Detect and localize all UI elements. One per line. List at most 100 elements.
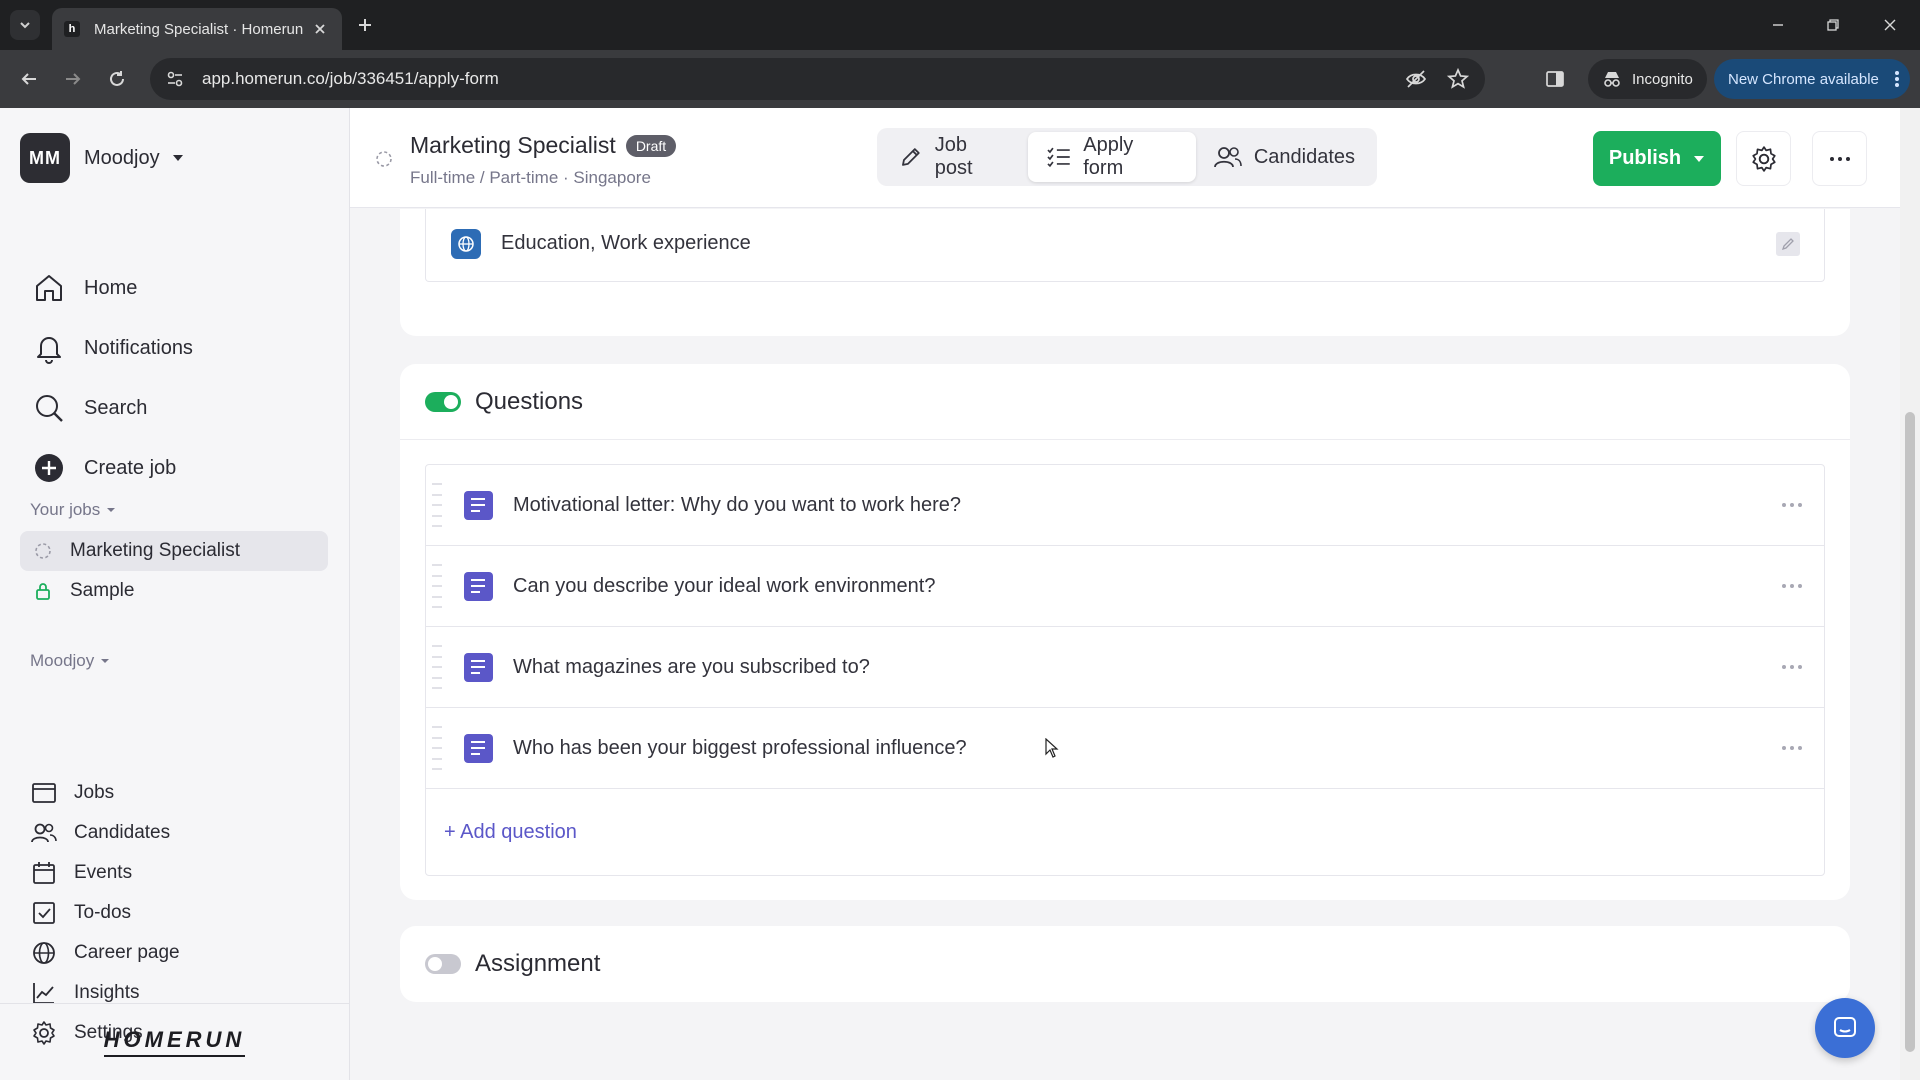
restore-icon bbox=[1827, 19, 1839, 31]
pencil-icon bbox=[902, 148, 920, 166]
site-settings-icon[interactable] bbox=[166, 70, 184, 88]
section-label-text: Your jobs bbox=[30, 500, 101, 519]
text-question-icon bbox=[464, 652, 493, 682]
globe-icon bbox=[30, 939, 58, 967]
candidates-icon bbox=[30, 819, 58, 847]
new-tab-button[interactable] bbox=[352, 12, 378, 38]
tab-job-post[interactable]: Job post bbox=[881, 132, 1028, 182]
nav-item-create-job[interactable]: Create job bbox=[20, 438, 330, 498]
reload-icon bbox=[110, 71, 124, 86]
kebab-menu-icon bbox=[1895, 71, 1899, 87]
edit-pencil-icon[interactable] bbox=[1776, 231, 1800, 256]
reload-button[interactable] bbox=[102, 64, 132, 94]
bell-icon bbox=[32, 331, 66, 365]
org-section-toggle[interactable]: Moodjoy bbox=[30, 651, 110, 671]
assignment-toggle[interactable] bbox=[425, 954, 461, 974]
workspace-avatar: MM bbox=[20, 133, 70, 183]
sidebar: MM Moodjoy Home Notifications Search Cre… bbox=[0, 108, 350, 1080]
workspace-switcher[interactable]: MM Moodjoy bbox=[20, 133, 184, 183]
job-section-tabs: Job post Apply form Candidates bbox=[877, 128, 1377, 186]
questions-toggle[interactable] bbox=[425, 391, 461, 412]
question-row[interactable]: Can you describe your ideal work environ… bbox=[426, 546, 1824, 627]
profile-fields-row[interactable]: Education, Work experience bbox=[425, 209, 1825, 282]
nav-item-candidates[interactable]: Candidates bbox=[30, 813, 330, 853]
job-title-block: Marketing Specialist Draft bbox=[410, 132, 677, 159]
scrollbar-thumb[interactable] bbox=[1905, 412, 1915, 1052]
tab-candidates[interactable]: Candidates bbox=[1196, 132, 1373, 182]
tab-title: Marketing Specialist · Homerun bbox=[94, 20, 304, 38]
publish-button[interactable]: Publish bbox=[1593, 131, 1721, 186]
job-item-label: Marketing Specialist bbox=[70, 540, 241, 561]
question-more-options-icon[interactable] bbox=[1772, 571, 1812, 601]
question-more-options-icon[interactable] bbox=[1772, 652, 1812, 682]
question-row[interactable]: What magazines are you subscribed to? bbox=[426, 627, 1824, 708]
address-bar[interactable]: app.homerun.co/job/336451/apply-form bbox=[150, 58, 1485, 100]
drag-handle-icon[interactable] bbox=[432, 645, 442, 689]
toggle-knob bbox=[428, 957, 442, 971]
questions-list: Motivational letter: Why do you want to … bbox=[425, 464, 1825, 876]
nav-item-jobs[interactable]: Jobs bbox=[30, 773, 330, 813]
nav-item-home[interactable]: Home bbox=[20, 258, 330, 318]
new-chrome-available-button[interactable]: New Chrome available bbox=[1714, 59, 1910, 99]
question-more-options-icon[interactable] bbox=[1772, 490, 1812, 520]
question-row[interactable]: Who has been your biggest professional i… bbox=[426, 708, 1824, 789]
side-panel-button[interactable] bbox=[1540, 64, 1570, 94]
profile-section-card: Education, Work experience bbox=[400, 209, 1850, 336]
nav-item-to-dos[interactable]: To-dos bbox=[30, 893, 330, 933]
chat-icon bbox=[1834, 1017, 1856, 1037]
job-settings-button[interactable] bbox=[1736, 131, 1791, 186]
forward-button[interactable] bbox=[58, 64, 88, 94]
tab-search-button[interactable] bbox=[10, 10, 40, 40]
add-question-row: + Add question bbox=[426, 789, 1824, 875]
drag-handle-icon[interactable] bbox=[432, 726, 442, 770]
back-button[interactable] bbox=[14, 64, 44, 94]
drag-handle-icon[interactable] bbox=[432, 564, 442, 608]
job-item-label: Sample bbox=[70, 580, 135, 601]
url-text: app.homerun.co/job/336451/apply-form bbox=[202, 69, 499, 88]
close-tab-icon[interactable] bbox=[310, 19, 330, 39]
questions-title: Questions bbox=[475, 387, 584, 415]
support-chat-button[interactable] bbox=[1815, 998, 1875, 1058]
job-item-marketing-specialist[interactable]: Marketing Specialist bbox=[20, 531, 328, 571]
question-more-options-icon[interactable] bbox=[1772, 733, 1812, 763]
nav-item-label: Home bbox=[84, 276, 138, 299]
more-horizontal-icon bbox=[1829, 156, 1850, 161]
tab-label: Candidates bbox=[1253, 145, 1355, 168]
tab-apply-form[interactable]: Apply form bbox=[1027, 132, 1196, 182]
incognito-indicator[interactable]: Incognito bbox=[1588, 59, 1707, 99]
nav-item-label: Career page bbox=[74, 942, 180, 963]
globe-icon bbox=[451, 228, 481, 259]
job-item-sample[interactable]: Sample bbox=[20, 571, 328, 611]
add-question-link[interactable]: + Add question bbox=[444, 821, 577, 844]
questions-header: Questions bbox=[400, 364, 1850, 440]
nav-item-career-page[interactable]: Career page bbox=[30, 933, 330, 973]
plus-icon bbox=[359, 19, 371, 31]
checklist-icon bbox=[1046, 147, 1070, 168]
job-subtitle: Full-time / Part-time · Singapore bbox=[410, 168, 651, 187]
page-scrollbar[interactable] bbox=[1900, 108, 1920, 1080]
draft-status-icon bbox=[375, 150, 393, 168]
your-jobs-section-toggle[interactable]: Your jobs bbox=[30, 500, 116, 520]
nav-item-search[interactable]: Search bbox=[20, 378, 330, 438]
nav-item-label: Create job bbox=[84, 456, 177, 479]
minimize-window-button[interactable] bbox=[1765, 12, 1791, 38]
homerun-favicon-icon: h bbox=[64, 21, 80, 37]
question-text: Motivational letter: Why do you want to … bbox=[513, 493, 961, 516]
tracking-protection-eye-off-icon[interactable] bbox=[1401, 64, 1431, 94]
nav-item-notifications[interactable]: Notifications bbox=[20, 318, 330, 378]
workspace-name: Moodjoy bbox=[84, 146, 160, 169]
more-options-button[interactable] bbox=[1812, 131, 1867, 186]
bookmark-star-icon[interactable] bbox=[1443, 64, 1473, 94]
caret-down-icon bbox=[101, 659, 110, 663]
chevron-down-icon bbox=[20, 22, 30, 29]
question-row[interactable]: Motivational letter: Why do you want to … bbox=[426, 465, 1824, 546]
nav-item-label: Notifications bbox=[84, 336, 193, 359]
mouse-cursor-icon bbox=[1045, 738, 1059, 758]
nav-item-events[interactable]: Events bbox=[30, 853, 330, 893]
restore-window-button[interactable] bbox=[1820, 12, 1846, 38]
drag-handle-icon[interactable] bbox=[432, 483, 442, 527]
home-icon bbox=[32, 271, 66, 305]
close-window-button[interactable] bbox=[1877, 12, 1903, 38]
browser-tab[interactable]: h Marketing Specialist · Homerun bbox=[52, 8, 342, 50]
question-text: Can you describe your ideal work environ… bbox=[513, 574, 936, 597]
